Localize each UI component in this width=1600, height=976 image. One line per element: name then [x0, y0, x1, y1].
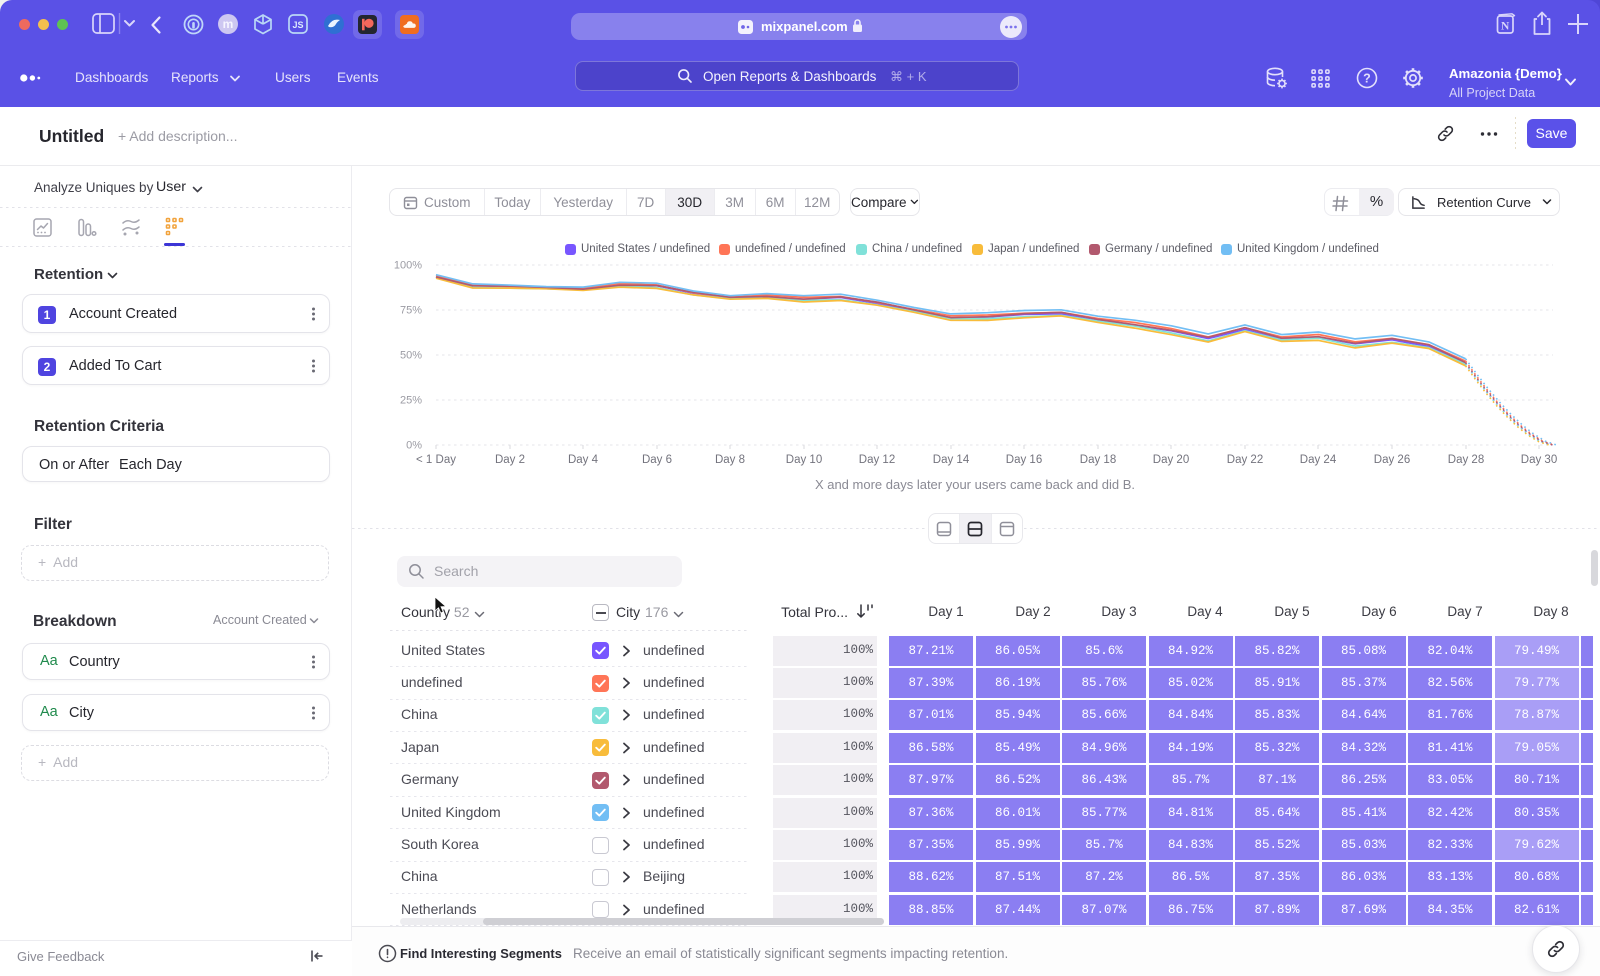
svg-text:Day 20: Day 20: [1153, 454, 1189, 466]
svg-text:50%: 50%: [400, 350, 422, 362]
svg-text:Day 4: Day 4: [568, 454, 599, 466]
svg-text:75%: 75%: [400, 305, 422, 317]
svg-text:Day 24: Day 24: [1300, 454, 1337, 466]
svg-text:Day 2: Day 2: [495, 454, 525, 466]
svg-text:Day 8: Day 8: [715, 454, 745, 466]
svg-text:< 1 Day: < 1 Day: [416, 454, 456, 466]
svg-text:Day 28: Day 28: [1448, 454, 1484, 466]
svg-text:Day 16: Day 16: [1006, 454, 1042, 466]
svg-text:100%: 100%: [394, 260, 422, 272]
svg-text:Day 18: Day 18: [1080, 454, 1116, 466]
svg-text:Day 22: Day 22: [1227, 454, 1263, 466]
svg-text:Day 30: Day 30: [1521, 454, 1557, 466]
svg-text:0%: 0%: [406, 440, 422, 452]
svg-text:Day 26: Day 26: [1374, 454, 1410, 466]
svg-text:Day 10: Day 10: [786, 454, 822, 466]
svg-text:Day 6: Day 6: [642, 454, 672, 466]
svg-text:25%: 25%: [400, 395, 422, 407]
svg-text:Day 14: Day 14: [933, 454, 970, 466]
svg-text:Day 12: Day 12: [859, 454, 895, 466]
